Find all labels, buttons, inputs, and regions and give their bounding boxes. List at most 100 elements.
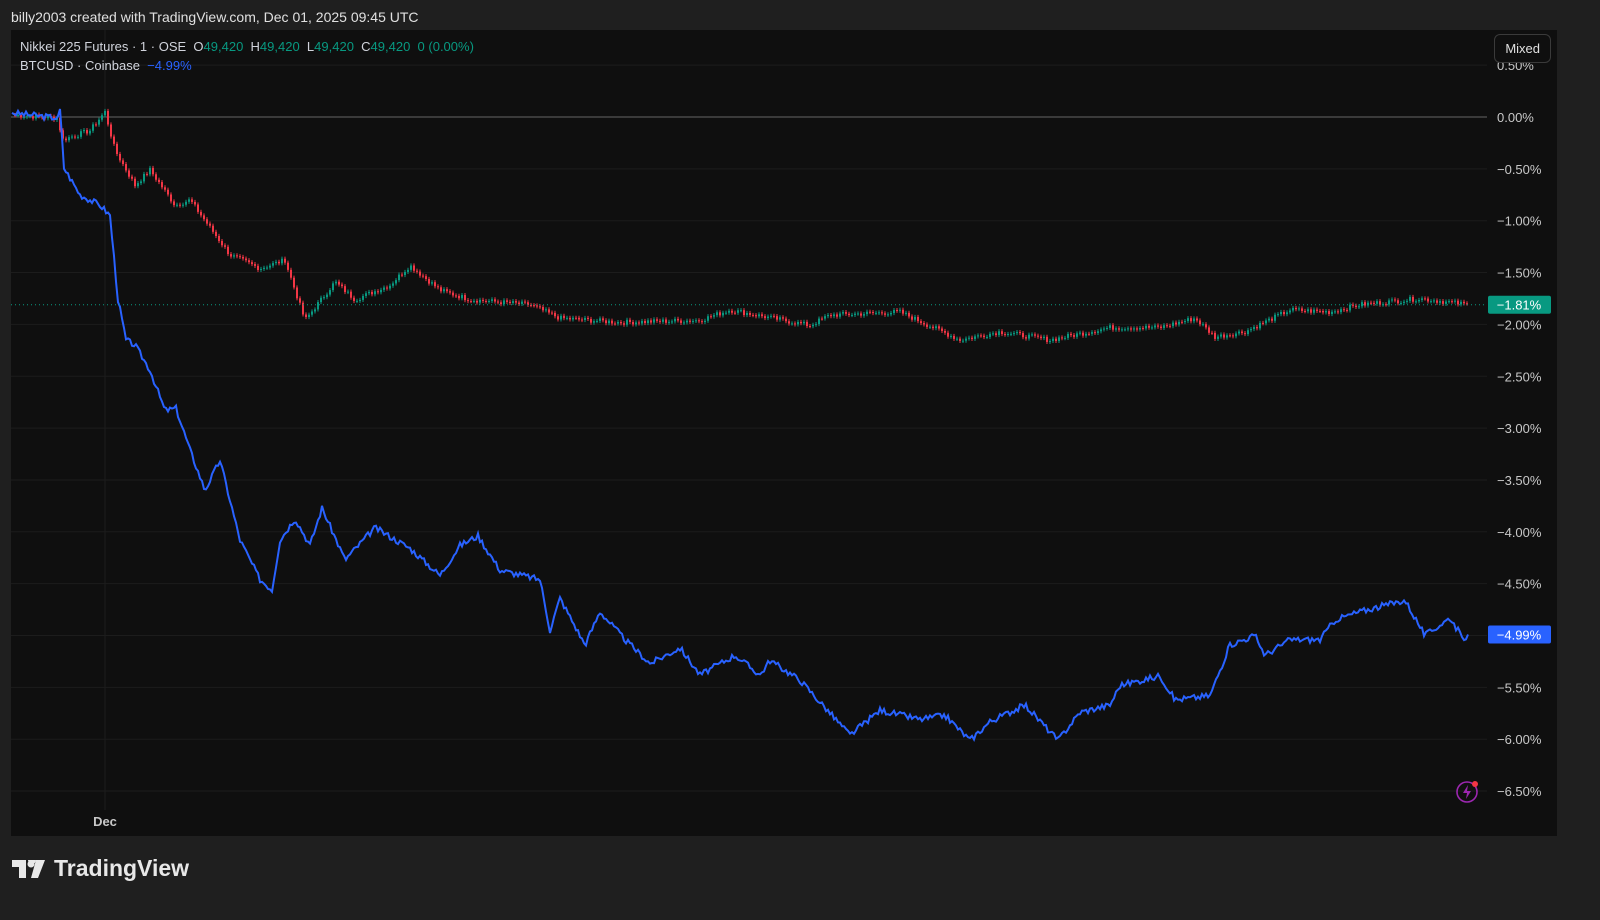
nikkei-candle	[872, 312, 874, 314]
nikkei-candle	[68, 137, 70, 141]
nikkei-candle	[740, 310, 742, 312]
nikkei-candle	[629, 319, 631, 322]
nikkei-candle	[1199, 320, 1201, 325]
nikkei-candle	[620, 322, 622, 324]
nikkei-candle	[821, 318, 823, 320]
nikkei-candle	[290, 269, 292, 278]
nikkei-candle	[470, 301, 472, 303]
nikkei-candle	[158, 179, 160, 183]
nikkei-candle	[584, 317, 586, 320]
nikkei-candle	[1268, 318, 1270, 321]
nikkei-candle	[209, 223, 211, 226]
legend-btc[interactable]: BTCUSD · Coinbase −4.99%	[20, 58, 192, 73]
nikkei-candle	[524, 301, 526, 303]
btc-change: −4.99%	[147, 58, 192, 73]
nikkei-candle	[992, 333, 994, 335]
nikkei-candle	[335, 281, 337, 284]
nikkei-candle	[1109, 325, 1111, 328]
nikkei-candle	[299, 298, 301, 303]
nikkei-candle	[563, 315, 565, 319]
nikkei-candle	[1055, 338, 1057, 341]
nikkei-candle	[1376, 301, 1378, 304]
nikkei-candle	[1037, 335, 1039, 337]
nikkei-candle	[557, 316, 559, 320]
nikkei-candle	[1448, 301, 1450, 303]
nikkei-candle	[1187, 318, 1189, 322]
nikkei-candle	[1118, 328, 1120, 330]
nikkei-candle	[230, 254, 232, 257]
nikkei-candle	[197, 204, 199, 212]
nikkei-candle	[1286, 312, 1288, 315]
nikkei-candle	[827, 315, 829, 317]
nikkei-candle	[188, 199, 190, 202]
scale-mode-button[interactable]: Mixed	[1494, 34, 1551, 63]
nikkei-candle	[92, 124, 94, 131]
nikkei-candle	[1049, 340, 1051, 342]
nikkei-candle	[275, 261, 277, 264]
nikkei-candle	[128, 170, 130, 177]
nikkei-candle	[512, 301, 514, 303]
nikkei-candle	[422, 275, 424, 277]
nikkei-candle	[353, 297, 355, 302]
nikkei-candle	[737, 310, 739, 313]
nikkei-candle	[548, 309, 550, 313]
nikkei-candle	[1088, 333, 1090, 335]
nikkei-candle	[851, 314, 853, 316]
nikkei-candle	[125, 164, 127, 171]
nikkei-candle	[1160, 326, 1162, 328]
nikkei-candle	[1283, 312, 1285, 315]
nikkei-candle	[836, 314, 838, 317]
nikkei-candle	[1175, 322, 1177, 325]
nikkei-candle	[653, 319, 655, 323]
nikkei-candle	[1340, 309, 1342, 313]
nikkei-candle	[1172, 322, 1174, 327]
nikkei-candle	[1370, 302, 1372, 304]
nikkei-candle	[152, 167, 154, 175]
nikkei-candle	[686, 320, 688, 323]
nikkei-candle	[482, 299, 484, 301]
nikkei-candle	[692, 320, 694, 322]
nikkei-candle	[467, 300, 469, 302]
nikkei-candle	[920, 321, 922, 324]
nikkei-candle	[1397, 300, 1399, 304]
nikkei-candle	[257, 265, 259, 270]
legend-nikkei[interactable]: Nikkei 225 Futures · 1 · OSE O49,420 H49…	[20, 39, 474, 54]
nikkei-candle	[449, 291, 451, 293]
nikkei-candle	[767, 316, 769, 319]
nikkei-candle	[437, 286, 439, 288]
lightning-icon[interactable]	[1454, 779, 1480, 805]
x-tick-label: Dec	[93, 814, 117, 829]
y-tick-label: −3.50%	[1497, 473, 1542, 488]
nikkei-candle	[1016, 332, 1018, 334]
nikkei-candle	[971, 337, 973, 339]
nikkei-candle	[590, 318, 592, 323]
chart-pane[interactable]: 0.50% 0.00% −0.50% −1.00% −1.50% −2.00% −2.50%…	[11, 30, 1557, 836]
nikkei-candle	[80, 131, 82, 137]
nikkei-candle	[914, 316, 916, 320]
nikkei-candle	[1412, 296, 1414, 302]
nikkei-candle	[293, 277, 295, 288]
nikkei-candle	[206, 219, 208, 224]
nikkei-candle	[1235, 333, 1237, 337]
nikkei-candle	[212, 225, 214, 232]
nikkei-candle	[116, 143, 118, 154]
nikkei-candle	[638, 322, 640, 324]
nikkei-candle	[1211, 332, 1213, 334]
nikkei-candle	[476, 300, 478, 303]
nikkei-candle	[413, 265, 415, 271]
nikkei-candle	[1460, 301, 1462, 305]
nikkei-candle	[1196, 318, 1198, 321]
chart-svg[interactable]: 0.50%0.00%−0.50%−1.00%−1.50%−2.00%−2.50%…	[11, 30, 1557, 836]
nikkei-candle	[1229, 335, 1231, 337]
nikkei-candle	[1076, 333, 1078, 337]
nikkei-candle	[776, 316, 778, 320]
nikkei-candle	[1241, 331, 1243, 334]
nikkei-candle	[983, 335, 985, 338]
nikkei-candle	[314, 309, 316, 312]
nikkei-candle	[365, 293, 367, 297]
nikkei-candle	[1265, 320, 1267, 324]
tradingview-logo[interactable]: TradingView	[12, 855, 189, 882]
nikkei-candle	[329, 290, 331, 295]
nikkei-candle	[1163, 325, 1165, 328]
nikkei-candle	[410, 265, 412, 270]
